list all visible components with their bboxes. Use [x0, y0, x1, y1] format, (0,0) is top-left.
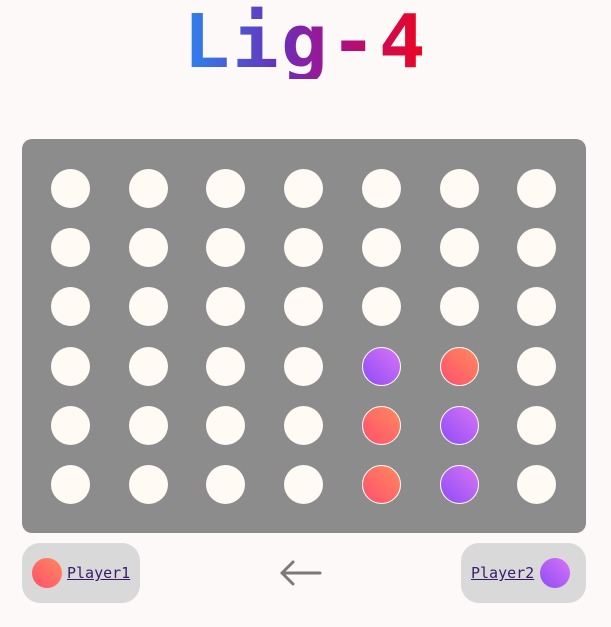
empty-slot[interactable] — [51, 406, 90, 445]
game-title: Lig-4 — [0, 0, 611, 90]
empty-slot[interactable] — [284, 406, 323, 445]
empty-slot[interactable] — [129, 169, 168, 208]
player2-disc[interactable] — [440, 465, 479, 504]
empty-slot[interactable] — [284, 465, 323, 504]
player2-card: Player2 — [461, 543, 586, 603]
empty-slot[interactable] — [284, 228, 323, 267]
player2-token-icon — [540, 558, 571, 588]
player1-name-link[interactable]: Player1 — [67, 564, 130, 582]
player2-name-link[interactable]: Player2 — [471, 564, 534, 582]
empty-slot[interactable] — [517, 406, 556, 445]
player1-disc[interactable] — [362, 406, 401, 445]
empty-slot[interactable] — [517, 228, 556, 267]
empty-slot[interactable] — [129, 347, 168, 386]
empty-slot[interactable] — [51, 169, 90, 208]
empty-slot[interactable] — [206, 169, 245, 208]
empty-slot[interactable] — [284, 287, 323, 326]
empty-slot[interactable] — [206, 347, 245, 386]
empty-slot[interactable] — [129, 287, 168, 326]
player1-disc[interactable] — [362, 465, 401, 504]
empty-slot[interactable] — [51, 347, 90, 386]
player2-disc[interactable] — [362, 347, 401, 386]
empty-slot[interactable] — [284, 169, 323, 208]
empty-slot[interactable] — [517, 347, 556, 386]
empty-slot[interactable] — [362, 169, 401, 208]
empty-slot[interactable] — [51, 287, 90, 326]
empty-slot[interactable] — [517, 169, 556, 208]
game-title-text: Lig-4 — [183, 0, 428, 85]
game-board — [22, 139, 586, 533]
empty-slot[interactable] — [517, 287, 556, 326]
player2-disc[interactable] — [440, 406, 479, 445]
empty-slot[interactable] — [206, 465, 245, 504]
empty-slot[interactable] — [51, 465, 90, 504]
arrow-left-icon — [278, 556, 324, 590]
player1-token-icon — [32, 558, 62, 588]
empty-slot[interactable] — [362, 228, 401, 267]
empty-slot[interactable] — [206, 406, 245, 445]
player1-card: Player1 — [22, 543, 140, 603]
empty-slot[interactable] — [129, 465, 168, 504]
empty-slot[interactable] — [517, 465, 556, 504]
empty-slot[interactable] — [129, 228, 168, 267]
empty-slot[interactable] — [440, 169, 479, 208]
empty-slot[interactable] — [440, 287, 479, 326]
empty-slot[interactable] — [51, 228, 90, 267]
player1-disc[interactable] — [440, 347, 479, 386]
empty-slot[interactable] — [129, 406, 168, 445]
empty-slot[interactable] — [284, 347, 323, 386]
empty-slot[interactable] — [362, 287, 401, 326]
empty-slot[interactable] — [206, 287, 245, 326]
empty-slot[interactable] — [440, 228, 479, 267]
empty-slot[interactable] — [206, 228, 245, 267]
